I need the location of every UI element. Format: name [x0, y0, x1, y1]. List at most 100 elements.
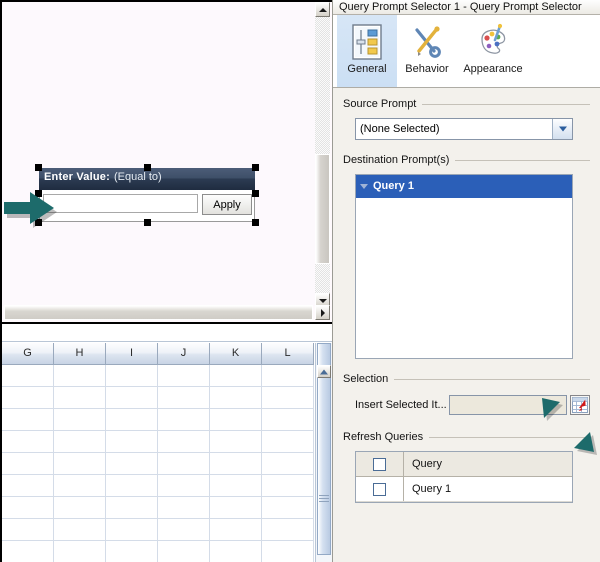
resize-handle-s[interactable] — [144, 219, 151, 226]
spreadsheet-grid[interactable]: GHIJKL — [2, 343, 314, 562]
spreadsheet-cell[interactable] — [54, 431, 106, 453]
spreadsheet-cell[interactable] — [210, 497, 262, 519]
spreadsheet-cell[interactable] — [262, 519, 314, 541]
spreadsheet-row[interactable] — [2, 387, 314, 409]
spreadsheet-cell[interactable] — [210, 453, 262, 475]
spreadsheet-cell[interactable] — [106, 453, 158, 475]
spreadsheet-cell[interactable] — [54, 365, 106, 387]
cell-picker-icon[interactable] — [570, 395, 590, 415]
spreadsheet-cell[interactable] — [54, 409, 106, 431]
canvas-horizontal-scrollbar[interactable] — [4, 305, 313, 320]
spreadsheet-cell[interactable] — [2, 475, 54, 497]
scroll-right-icon[interactable] — [315, 305, 330, 320]
spreadsheet-cell[interactable] — [158, 475, 210, 497]
spreadsheet-cell[interactable] — [54, 497, 106, 519]
spreadsheet-cell[interactable] — [2, 519, 54, 541]
list-item[interactable]: Query 1 — [356, 175, 572, 198]
spreadsheet-cell[interactable] — [158, 365, 210, 387]
spreadsheet-cell[interactable] — [2, 541, 54, 562]
spreadsheet-cell[interactable] — [106, 541, 158, 562]
spreadsheet-cell[interactable] — [2, 387, 54, 409]
spreadsheet-cell[interactable] — [210, 541, 262, 562]
spreadsheet-cell[interactable] — [158, 387, 210, 409]
spreadsheet-cell[interactable] — [262, 387, 314, 409]
destination-prompts-list[interactable]: Query 1 — [355, 174, 573, 359]
spreadsheet-cell[interactable] — [262, 431, 314, 453]
spreadsheet-cell[interactable] — [106, 497, 158, 519]
scroll-up-icon[interactable] — [315, 2, 330, 17]
spreadsheet-cell[interactable] — [210, 387, 262, 409]
spreadsheet-row[interactable] — [2, 453, 314, 475]
spreadsheet-cell[interactable] — [210, 519, 262, 541]
spreadsheet-cell[interactable] — [210, 365, 262, 387]
resize-handle-se[interactable] — [252, 219, 259, 226]
column-header-k[interactable]: K — [210, 343, 262, 365]
spreadsheet-row[interactable] — [2, 365, 314, 387]
spreadsheet-cell[interactable] — [158, 431, 210, 453]
design-canvas[interactable]: Enter Value: (Equal to) Apply — [0, 0, 332, 322]
insert-selected-item-input[interactable] — [449, 395, 568, 415]
resize-handle-nw[interactable] — [35, 164, 42, 171]
spreadsheet-cell[interactable] — [158, 541, 210, 562]
spreadsheet-cell[interactable] — [106, 475, 158, 497]
spreadsheet-cell[interactable] — [2, 453, 54, 475]
spreadsheet-cell[interactable] — [2, 409, 54, 431]
column-header-j[interactable]: J — [158, 343, 210, 365]
chevron-down-icon[interactable] — [360, 184, 368, 189]
column-header-h[interactable]: H — [54, 343, 106, 365]
canvas-vscroll-thumb[interactable] — [315, 154, 330, 264]
spreadsheet-vertical-scrollbar[interactable] — [315, 343, 332, 562]
tab-behavior[interactable]: Behavior — [397, 15, 457, 87]
table-row[interactable]: Query 1 — [356, 477, 572, 502]
column-header-l[interactable]: L — [262, 343, 314, 365]
spreadsheet-row[interactable] — [2, 497, 314, 519]
spreadsheet-cell[interactable] — [262, 365, 314, 387]
spreadsheet-row[interactable] — [2, 409, 314, 431]
spreadsheet-cell[interactable] — [262, 453, 314, 475]
spreadsheet-cell[interactable] — [106, 365, 158, 387]
spreadsheet-cell[interactable] — [54, 387, 106, 409]
spreadsheet-cell[interactable] — [2, 497, 54, 519]
spreadsheet-cell[interactable] — [158, 409, 210, 431]
spreadsheet-cell[interactable] — [262, 475, 314, 497]
spreadsheet-cell[interactable] — [210, 475, 262, 497]
spreadsheet-row[interactable] — [2, 475, 314, 497]
enter-value-input[interactable] — [43, 194, 198, 213]
source-prompt-dropdown[interactable]: (None Selected) — [355, 118, 573, 140]
resize-handle-w[interactable] — [35, 190, 42, 197]
spreadsheet-cell[interactable] — [210, 431, 262, 453]
spreadsheet-cell[interactable] — [262, 541, 314, 562]
spreadsheet-cell[interactable] — [158, 519, 210, 541]
tab-general[interactable]: General — [337, 15, 397, 87]
enter-value-widget[interactable]: Enter Value: (Equal to) Apply — [35, 164, 259, 226]
spreadsheet-cell[interactable] — [106, 519, 158, 541]
spreadsheet-cell[interactable] — [158, 453, 210, 475]
spreadsheet-cell[interactable] — [210, 409, 262, 431]
spreadsheet-cell[interactable] — [106, 387, 158, 409]
formula-bar[interactable] — [2, 324, 332, 342]
spreadsheet-cell[interactable] — [54, 453, 106, 475]
spreadsheet-cell[interactable] — [54, 475, 106, 497]
row-checkbox-cell[interactable] — [356, 477, 404, 501]
resize-handle-e[interactable] — [252, 190, 259, 197]
spreadsheet-pane[interactable]: GHIJKL — [0, 322, 332, 562]
canvas-surface[interactable] — [2, 2, 316, 306]
spreadsheet-row[interactable] — [2, 431, 314, 453]
spreadsheet-rows[interactable] — [2, 365, 314, 562]
select-all-checkbox[interactable] — [373, 457, 386, 471]
spreadsheet-cell[interactable] — [106, 409, 158, 431]
table-body[interactable]: Query 1 — [356, 477, 572, 502]
row-checkbox[interactable] — [373, 482, 386, 496]
chevron-down-icon[interactable] — [552, 119, 572, 139]
refresh-queries-table[interactable]: Query Query 1 — [355, 451, 573, 503]
spreadsheet-cell[interactable] — [54, 541, 106, 562]
spreadsheet-cell[interactable] — [158, 497, 210, 519]
canvas-vertical-scrollbar[interactable] — [315, 2, 330, 308]
column-header-i[interactable]: I — [106, 343, 158, 365]
spreadsheet-cell[interactable] — [106, 431, 158, 453]
resize-handle-n[interactable] — [144, 164, 151, 171]
spreadsheet-cell[interactable] — [2, 365, 54, 387]
spreadsheet-cell[interactable] — [2, 431, 54, 453]
sheet-scroll-up-icon[interactable] — [317, 365, 331, 378]
spreadsheet-row[interactable] — [2, 519, 314, 541]
